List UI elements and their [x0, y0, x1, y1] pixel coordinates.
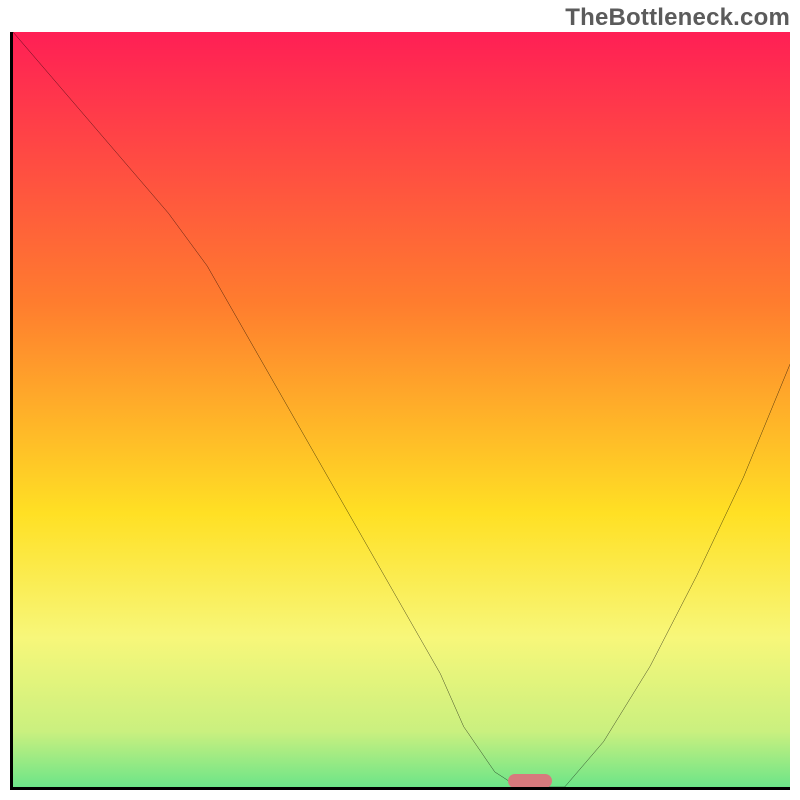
- watermark-text: TheBottleneck.com: [565, 4, 790, 32]
- optimal-zone-marker: [508, 774, 552, 788]
- bottleneck-chart: [10, 32, 790, 790]
- bottleneck-curve: [13, 32, 790, 787]
